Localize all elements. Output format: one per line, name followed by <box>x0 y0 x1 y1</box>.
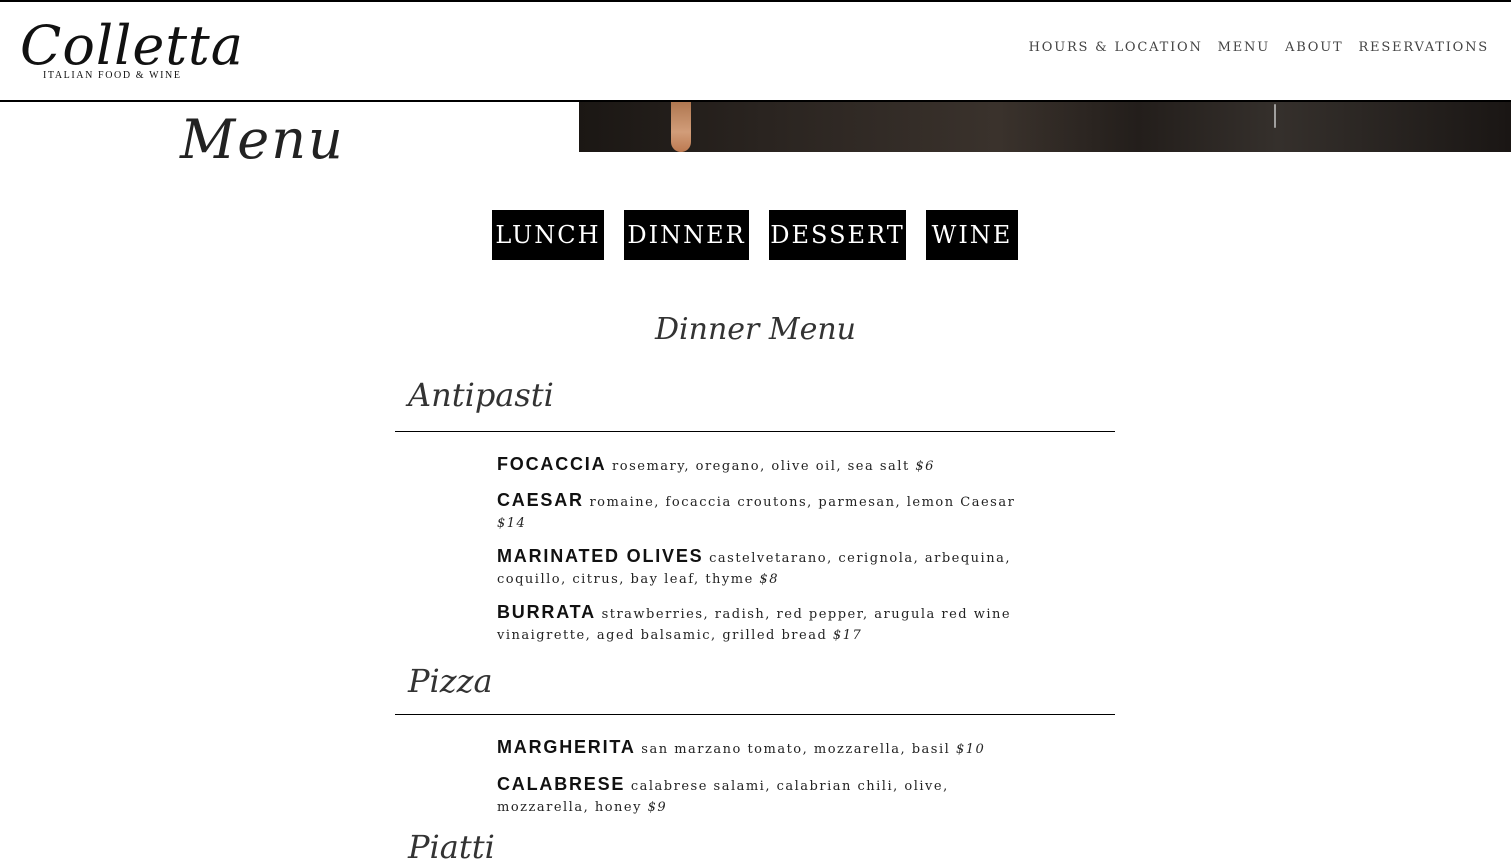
menu-item: BURRATA strawberries, radish, red pepper… <box>497 602 1017 646</box>
section-title-antipasti: Antipasti <box>408 376 554 414</box>
page-title: Menu <box>180 108 345 171</box>
item-price: $17 <box>832 628 863 643</box>
item-price: $9 <box>647 800 668 815</box>
tab-wine[interactable]: WINE <box>926 210 1018 260</box>
item-name: BURRATA <box>497 602 596 622</box>
hero-image-detail <box>1274 104 1276 128</box>
item-price: $10 <box>955 742 986 757</box>
item-description: san marzano tomato, mozzarella, basil <box>641 742 951 757</box>
menu-item: MARGHERITA san marzano tomato, mozzarell… <box>497 737 1017 760</box>
tab-dinner[interactable]: DINNER <box>624 210 749 260</box>
hero-image <box>579 102 1511 152</box>
menu-tabs: LUNCH DINNER DESSERT WINE <box>0 210 1511 260</box>
menu-item: MARINATED OLIVES castelvetarano, cerigno… <box>497 546 1017 590</box>
section-title-pizza: Pizza <box>408 662 493 700</box>
tab-dessert[interactable]: DESSERT <box>769 210 906 260</box>
section-divider <box>395 431 1115 432</box>
item-name: CALABRESE <box>497 774 626 794</box>
item-description: rosemary, oregano, olive oil, sea salt <box>612 459 910 474</box>
item-description: romaine, focaccia croutons, parmesan, le… <box>589 495 1016 510</box>
menu-item: CAESAR romaine, focaccia croutons, parme… <box>497 490 1017 534</box>
logo[interactable]: Colletta ITALIAN FOOD & WINE <box>20 14 243 94</box>
item-name: CAESAR <box>497 490 584 510</box>
nav-menu[interactable]: MENU <box>1218 40 1270 55</box>
item-price: $14 <box>497 516 527 531</box>
tab-lunch[interactable]: LUNCH <box>492 210 604 260</box>
item-name: MARINATED OLIVES <box>497 546 704 566</box>
item-price: $8 <box>759 572 779 587</box>
main-nav: HOURS & LOCATION MENU ABOUT RESERVATIONS <box>1029 40 1489 55</box>
nav-hours-location[interactable]: HOURS & LOCATION <box>1029 40 1203 55</box>
logo-wordmark: Colletta <box>20 14 244 77</box>
menu-title: Dinner Menu <box>654 312 857 347</box>
logo-tagline: ITALIAN FOOD & WINE <box>43 70 182 81</box>
menu-item: FOCACCIA rosemary, oregano, olive oil, s… <box>497 454 1017 477</box>
item-name: FOCACCIA <box>497 454 607 474</box>
site-header: Colletta ITALIAN FOOD & WINE HOURS & LOC… <box>0 2 1511 102</box>
section-title-piatti: Piatti <box>408 828 495 866</box>
section-divider <box>395 714 1115 715</box>
hero-image-detail <box>671 102 691 152</box>
nav-reservations[interactable]: RESERVATIONS <box>1358 40 1489 55</box>
menu-item: CALABRESE calabrese salami, calabrian ch… <box>497 774 1017 818</box>
nav-about[interactable]: ABOUT <box>1285 40 1343 55</box>
item-price: $6 <box>915 459 935 474</box>
item-name: MARGHERITA <box>497 737 636 757</box>
